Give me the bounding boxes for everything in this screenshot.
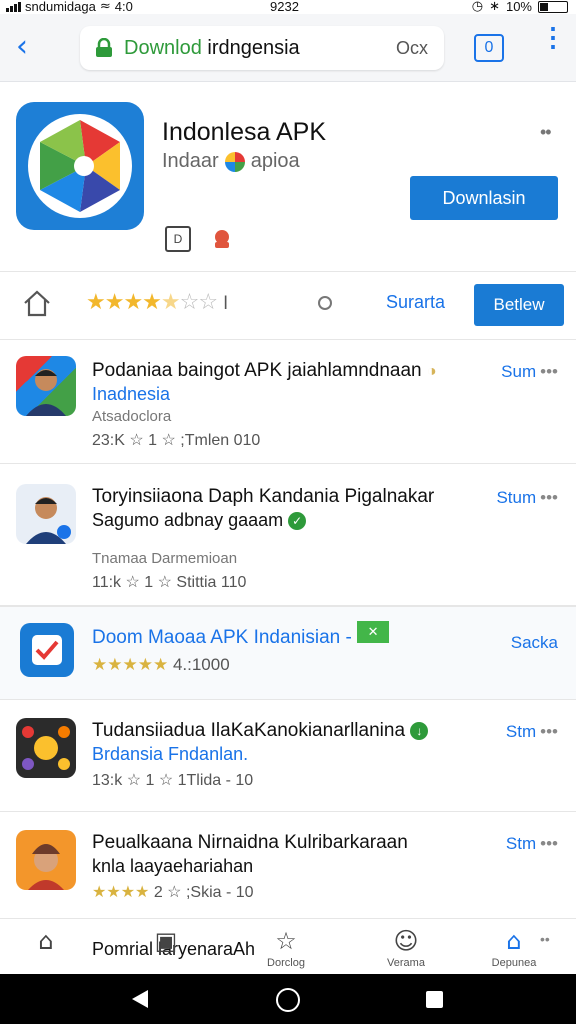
bluetooth-icon: ∗ xyxy=(489,0,500,14)
new-badge-icon: ✕ xyxy=(357,621,390,643)
verified-icon: ◑ xyxy=(426,363,437,380)
developer-tag: apioa xyxy=(250,150,300,172)
lock-icon xyxy=(96,38,112,57)
item-title: Doom Maoaa APK Indanisian - ✕ xyxy=(92,621,390,649)
item-meta: 11:k ☆ 1 ☆ Stittia 110 xyxy=(92,574,247,591)
nav-home[interactable]: ⌂ xyxy=(16,927,76,957)
gamepad-icon: ▣ xyxy=(154,927,178,955)
item-developer: Atsadoclora xyxy=(92,408,172,425)
home-icon: ⌂ xyxy=(38,927,54,955)
item-action-button[interactable]: Stum ••• xyxy=(496,488,558,508)
item-subtitle: Sagumo adbnay gaaam ✓ xyxy=(92,510,307,531)
item-subtitle: knla laayaehariahan xyxy=(92,856,254,876)
emoji-icon xyxy=(22,726,70,770)
developer-logo-icon xyxy=(224,151,245,172)
bottom-navigation: Pomrial laryenaraAh ⌂ ▣ ☆ Dorclog ☺ Vera… xyxy=(0,918,576,974)
item-developer: Tnamaa Darmemioan xyxy=(92,550,238,567)
item-meta: 13:k ☆ 1 ☆ 1Tlida - 10 xyxy=(92,772,254,789)
status-bar: sndumidaga ≈ 4:0 9232 ◷ ∗ 10% xyxy=(0,0,576,14)
age-rating-icon xyxy=(215,230,229,248)
url-suffix[interactable]: Ocx xyxy=(396,38,428,59)
apps-icon: ⌂ xyxy=(506,927,522,955)
battery-percent: 10% xyxy=(505,0,532,14)
rating-stars: ★★★★★☆☆ l xyxy=(86,290,228,315)
app-logo-graphic xyxy=(28,114,132,218)
alarm-icon: ◷ xyxy=(471,0,484,14)
nav-verama[interactable]: ☺ Verama xyxy=(376,927,436,969)
item-action-button[interactable]: Sum ••• xyxy=(501,362,558,382)
nav-dorclog[interactable]: ☆ Dorclog xyxy=(256,927,316,969)
home-icon[interactable] xyxy=(22,288,52,318)
nav-games[interactable]: ▣ xyxy=(136,927,196,957)
back-button[interactable]: ‹ xyxy=(16,32,44,62)
app-icon[interactable] xyxy=(16,102,144,230)
item-meta: 23:K ☆ 1 ☆ ;Tmlen 010 xyxy=(92,432,261,449)
browser-toolbar: ‹ Downlod irdngensia Ocx 0 ⋮ xyxy=(0,14,576,82)
empty-stars: ☆☆ xyxy=(179,290,218,315)
url-path: irdngensia xyxy=(207,37,300,59)
device-icon: D xyxy=(165,226,191,252)
item-subtitle: Inadnesia xyxy=(92,384,171,404)
filled-stars: ★★★★ xyxy=(86,290,162,315)
url-domain: Downlod xyxy=(124,37,202,59)
signal-icon xyxy=(6,2,21,12)
list-item[interactable]: Tudansiiadua IlaKaKanokianarllanina ↓ Br… xyxy=(0,700,576,812)
item-title: Tudansiiadua IlaKaKanokianarllanina ↓ xyxy=(92,720,429,742)
wifi-icon: ≈ xyxy=(99,0,111,14)
list-item[interactable]: Toryinsiiaona Daph Kandania Pigalnakar S… xyxy=(0,464,576,606)
status-center-time: 9232 xyxy=(270,0,299,14)
check-badge-icon: ✓ xyxy=(288,512,307,531)
menu-icon[interactable]: ⋮ xyxy=(540,24,566,62)
system-navigation-bar xyxy=(0,974,576,1024)
system-back-button[interactable] xyxy=(132,990,148,1008)
url-field[interactable]: Downlod irdngensia Ocx xyxy=(80,26,444,70)
app-list: Podaniaa baingot APK jaiahlamndnaan ◑ In… xyxy=(0,340,576,920)
item-subtitle: Brdansia Fndanlan. xyxy=(92,744,249,764)
carrier-name: sndumidaga xyxy=(25,0,96,14)
verified-icon: ↓ xyxy=(410,721,429,740)
character-avatar xyxy=(28,844,64,890)
battery-icon xyxy=(538,1,568,13)
app-thumbnail xyxy=(16,484,76,544)
system-home-button[interactable] xyxy=(276,988,300,1012)
item-action-button[interactable]: Stm ••• xyxy=(506,722,558,742)
status-clock: 4:0 xyxy=(114,0,133,14)
item-title: Podaniaa baingot APK jaiahlamndnaan ◑ xyxy=(92,360,437,381)
checkmark-icon xyxy=(32,635,62,665)
nav-depunea[interactable]: ⌂ Depunea xyxy=(484,927,544,969)
more-options-icon[interactable]: •• xyxy=(540,122,552,143)
star-icon: ☆ xyxy=(275,927,297,955)
app-thumbnail xyxy=(16,356,76,416)
app-thumbnail xyxy=(20,623,74,677)
list-item[interactable]: Peualkaana Nirnaidna Kulribarkaraan knla… xyxy=(0,812,576,920)
download-button[interactable]: Downlasin xyxy=(410,176,558,220)
item-meta: ★★★★ 2 ☆ ;Skia - 10 xyxy=(92,882,254,901)
person-avatar xyxy=(26,369,66,416)
list-item[interactable]: Podaniaa baingot APK jaiahlamndnaan ◑ In… xyxy=(0,340,576,464)
developer-name: Indaar xyxy=(162,150,219,172)
rating-bar: ★★★★★☆☆ l Surarta Betlew xyxy=(0,272,576,340)
more-options-icon[interactable]: •• xyxy=(540,931,550,947)
app-thumbnail xyxy=(16,718,76,778)
face-icon: ☺ xyxy=(393,927,419,955)
dot-indicator-icon xyxy=(318,296,332,310)
app-title: Indonlesa APK xyxy=(162,118,327,146)
item-action-button[interactable]: Stm ••• xyxy=(506,834,558,854)
item-title: Toryinsiiaona Daph Kandania Pigalnakar xyxy=(92,486,435,507)
item-action-button[interactable]: Sacka xyxy=(511,633,558,653)
url-text: Downlod irdngensia xyxy=(124,37,300,60)
person-avatar xyxy=(26,497,71,544)
surarta-link[interactable]: Surarta xyxy=(386,292,445,313)
rating-count: l xyxy=(223,293,228,314)
app-header: Indonlesa APK Indaar apioa •• Downlasin … xyxy=(0,82,576,272)
app-thumbnail xyxy=(16,830,76,890)
app-developer[interactable]: Indaar apioa xyxy=(162,150,300,173)
item-title: Peualkaana Nirnaidna Kulribarkaraan xyxy=(92,832,408,853)
review-button[interactable]: Betlew xyxy=(474,284,564,326)
item-rating: ★★★★★ 4.:1000 xyxy=(92,655,230,675)
system-recents-button[interactable] xyxy=(426,991,443,1008)
tabs-button[interactable]: 0 xyxy=(474,34,504,62)
half-star: ★ xyxy=(160,290,181,315)
list-item-featured[interactable]: Doom Maoaa APK Indanisian - ✕ ★★★★★ 4.:1… xyxy=(0,606,576,700)
